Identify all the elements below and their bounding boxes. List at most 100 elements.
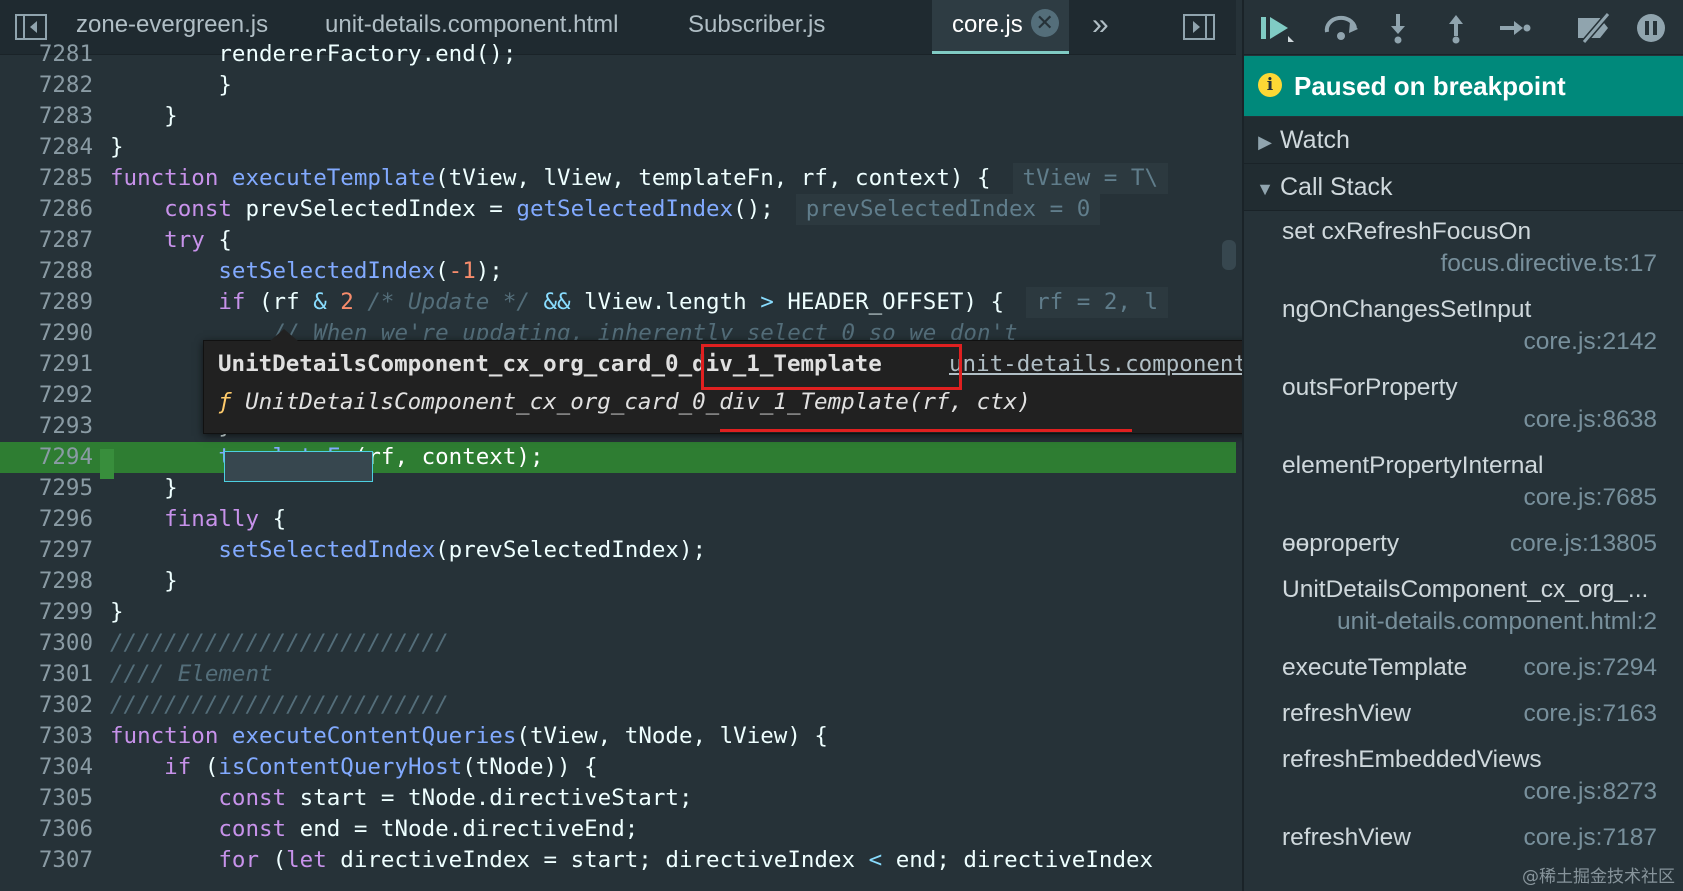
code-line[interactable]: 7295 } <box>0 473 1236 504</box>
code-token: ( <box>204 754 219 780</box>
code-line[interactable]: 7281 rendererFactory.end(); <box>0 39 1236 70</box>
code-token: ); <box>475 258 503 284</box>
line-number[interactable]: 7299 <box>0 597 93 628</box>
line-number[interactable]: 7282 <box>0 70 93 101</box>
resume-icon[interactable] <box>1258 12 1294 44</box>
line-source: setSelectedIndex(prevSelectedIndex); <box>110 535 706 566</box>
line-number[interactable]: 7291 <box>0 349 93 380</box>
watch-label: Watch <box>1280 126 1350 154</box>
line-source: const end = tNode.directiveEnd; <box>110 814 638 845</box>
line-number[interactable]: 7300 <box>0 628 93 659</box>
line-number[interactable]: 7285 <box>0 163 93 194</box>
frame-location: focus.directive.ts:17 <box>1440 250 1657 277</box>
code-line[interactable]: 7303 function executeContentQueries(tView… <box>0 721 1236 752</box>
code-token: (tView, lView, templateFn, rf, context) … <box>435 165 991 191</box>
deactivate-breakpoints-icon[interactable] <box>1574 12 1611 44</box>
call-stack-frame[interactable]: refreshEmbeddedViews core.js:8273 <box>1244 728 1683 806</box>
code-token: start = tNode.directiveStart; <box>299 785 693 811</box>
code-line[interactable]: 7301 //// Element <box>0 659 1236 690</box>
code-token: end = tNode.directiveEnd; <box>299 816 639 842</box>
line-number[interactable]: 7290 <box>0 318 93 349</box>
step-into-icon[interactable] <box>1382 12 1416 44</box>
line-number[interactable]: 7288 <box>0 256 93 287</box>
call-stack-frame[interactable]: elementPropertyInternal core.js:7685 <box>1244 434 1683 512</box>
line-source: if (rf & 2 /* Update */ && lView.length … <box>110 287 1004 318</box>
line-number[interactable]: 7296 <box>0 504 93 535</box>
callstack-label: Call Stack <box>1280 173 1393 201</box>
code-line[interactable]: 7287 try { <box>0 225 1236 256</box>
line-source: } <box>110 597 124 628</box>
scrollbar-thumb[interactable] <box>1222 240 1236 270</box>
code-token: < <box>868 847 883 873</box>
line-number[interactable]: 7295 <box>0 473 93 504</box>
pause-on-exceptions-icon[interactable] <box>1634 12 1668 44</box>
step-icon[interactable] <box>1498 12 1532 44</box>
line-number[interactable]: 7305 <box>0 783 93 814</box>
frame-function-name: refreshView <box>1282 824 1411 851</box>
code-token: } <box>110 72 232 98</box>
line-number[interactable]: 7297 <box>0 535 93 566</box>
code-line[interactable]: 7285 function executeTemplate(tView, lVie… <box>0 163 1236 194</box>
watch-section-header[interactable]: ▶ Watch <box>1244 117 1683 164</box>
frame-function-name: elementPropertyInternal <box>1282 452 1544 479</box>
line-number[interactable]: 7284 <box>0 132 93 163</box>
call-stack-frame[interactable]: set cxRefreshFocusOn focus.directive.ts:1… <box>1244 200 1683 278</box>
frame-function-name: outsForProperty <box>1282 374 1458 401</box>
line-source: const start = tNode.directiveStart; <box>110 783 693 814</box>
call-stack-frame[interactable]: refreshView core.js:7163 <box>1244 682 1683 728</box>
line-number[interactable]: 7293 <box>0 411 93 442</box>
call-stack-frame[interactable]: ngOnChangesSetInput core.js:2142 <box>1244 278 1683 356</box>
line-number[interactable]: 7281 <box>0 39 93 70</box>
code-line[interactable]: 7289 if (rf & 2 /* Update */ && lView.le… <box>0 287 1236 318</box>
code-token: /* Update */ <box>367 289 530 315</box>
code-line[interactable]: 7297 setSelectedIndex(prevSelectedIndex)… <box>0 535 1236 566</box>
paused-banner: i Paused on breakpoint <box>1244 56 1683 116</box>
call-stack-frame[interactable]: refreshView core.js:7187 <box>1244 806 1683 852</box>
line-number[interactable]: 7294 <box>0 442 93 473</box>
line-number[interactable]: 7283 <box>0 101 93 132</box>
code-line[interactable]: 7302 ///////////////////////// <box>0 690 1236 721</box>
line-source: } <box>110 566 178 597</box>
code-line[interactable]: 7283 } <box>0 101 1236 132</box>
call-stack-frame[interactable]: UnitDetailsComponent_cx_org_... unit-deta… <box>1244 558 1683 636</box>
code-line[interactable]: 7288 setSelectedIndex(-1); <box>0 256 1236 287</box>
code-line[interactable]: 7286 const prevSelectedIndex = getSelect… <box>0 194 1236 225</box>
line-number[interactable]: 7287 <box>0 225 93 256</box>
line-number[interactable]: 7292 <box>0 380 93 411</box>
line-number[interactable]: 7301 <box>0 659 93 690</box>
line-number[interactable]: 7286 <box>0 194 93 225</box>
code-line[interactable]: 7284} <box>0 132 1236 163</box>
line-number[interactable]: 7302 <box>0 690 93 721</box>
code-line[interactable]: 7305 const start = tNode.directiveStart; <box>0 783 1236 814</box>
step-over-icon[interactable] <box>1322 12 1358 44</box>
line-number[interactable]: 7306 <box>0 814 93 845</box>
code-token: end; directiveIndex <box>882 847 1154 873</box>
line-number[interactable]: 7289 <box>0 287 93 318</box>
code-line[interactable]: 7296 finally { <box>0 504 1236 535</box>
call-stack-frame[interactable]: outsForProperty core.js:8638 <box>1244 356 1683 434</box>
breakpoint-marker[interactable] <box>100 449 114 479</box>
call-stack-frame[interactable]: ɵɵproperty core.js:13805 <box>1244 512 1683 558</box>
code-line[interactable]: 7304 if (isContentQueryHost(tNode)) { <box>0 752 1236 783</box>
code-line[interactable]: 7307 for (let directiveIndex = start; di… <box>0 845 1236 876</box>
code-line[interactable]: 7294 templateFn(rf, context); <box>0 442 1236 473</box>
close-icon[interactable]: ✕ <box>1030 8 1059 37</box>
toggle-debugger-icon[interactable] <box>1182 12 1216 42</box>
toggle-sidebar-icon[interactable] <box>14 12 48 42</box>
line-number[interactable]: 7304 <box>0 752 93 783</box>
call-stack-frame[interactable]: executeTemplate core.js:7294 <box>1244 636 1683 682</box>
code-line[interactable]: 7306 const end = tNode.directiveEnd; <box>0 814 1236 845</box>
code-token: lView.length <box>570 289 761 315</box>
frame-function-name: refreshView <box>1282 700 1411 727</box>
code-line[interactable]: 7300 ///////////////////////// <box>0 628 1236 659</box>
code-line[interactable]: 7299} <box>0 597 1236 628</box>
line-source: } <box>110 70 232 101</box>
line-number[interactable]: 7303 <box>0 721 93 752</box>
frame-location: core.js:2142 <box>1523 328 1657 355</box>
line-number[interactable]: 7307 <box>0 845 93 876</box>
line-number[interactable]: 7298 <box>0 566 93 597</box>
code-line[interactable]: 7282 } <box>0 70 1236 101</box>
code-line[interactable]: 7298 } <box>0 566 1236 597</box>
watermark: @稀土掘金技术社区 <box>1522 867 1675 887</box>
step-out-icon[interactable] <box>1440 12 1474 44</box>
